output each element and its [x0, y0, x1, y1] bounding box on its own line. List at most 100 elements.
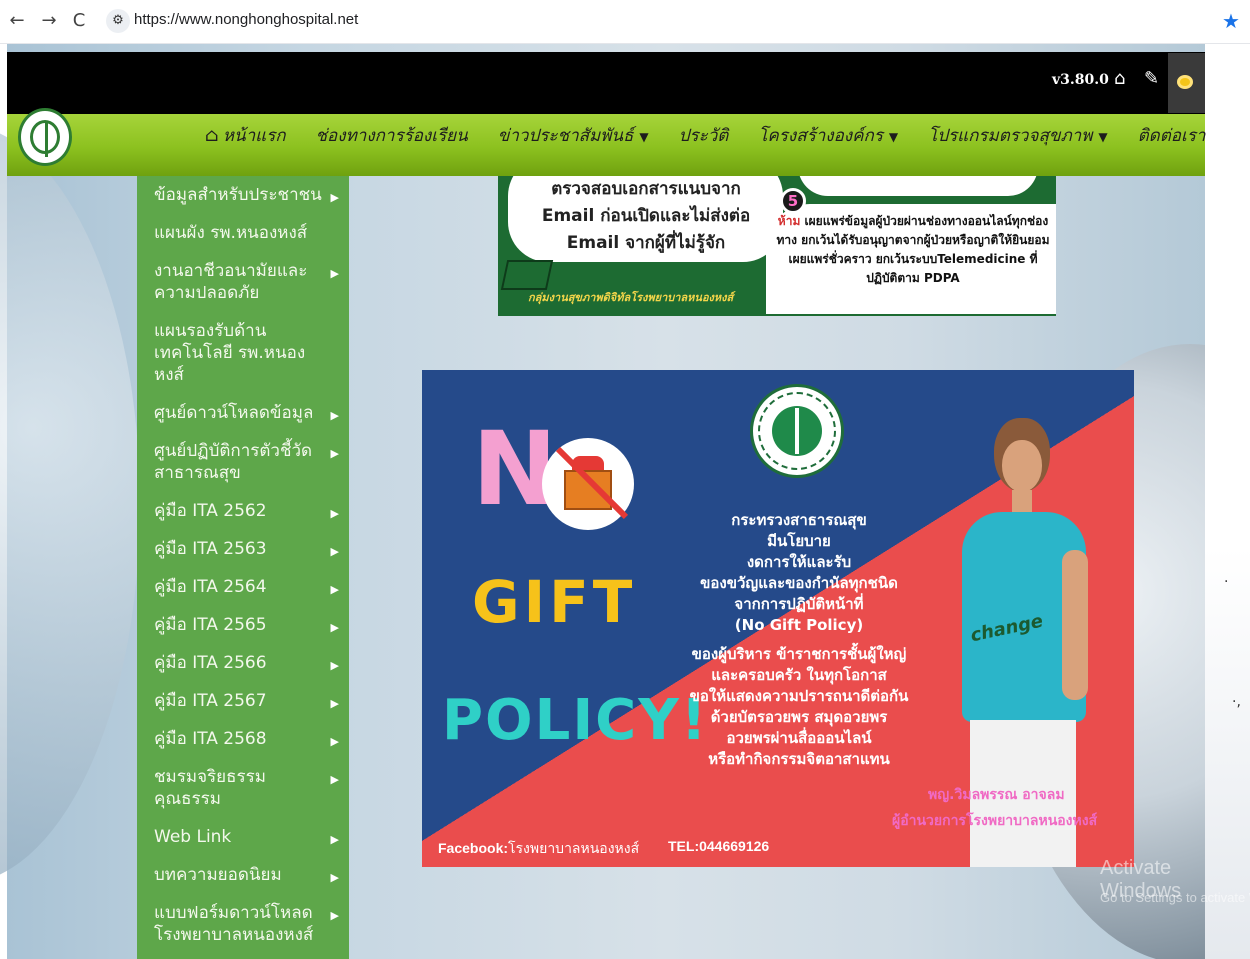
- sidebar-item[interactable]: คู่มือ ITA 2568 ▶: [137, 720, 349, 758]
- nav-item-label: ประวัติ: [678, 126, 729, 146]
- sidebar-item-label: Web Link: [154, 827, 232, 847]
- sidebar-item[interactable]: คู่มือ ITA 2567 ▶: [137, 682, 349, 720]
- nav-item-label: ติดต่อเรา: [1137, 126, 1206, 146]
- sidebar-item-label: ชมรมจริยธรรมคุณธรรม: [154, 767, 266, 809]
- eye-icon[interactable]: [1177, 75, 1193, 89]
- sidebar-item[interactable]: คู่มือ ITA 2564 ▶: [137, 568, 349, 606]
- sidebar-item-label: คู่มือ ITA 2562: [154, 501, 267, 521]
- sidebar-item[interactable]: ชมรมจริยธรรมคุณธรรม ▶: [137, 758, 349, 818]
- director-title: ผู้อำนวยการโรงพยาบาลหนองหงส์: [892, 813, 1098, 829]
- decoration-dots: ·: [1224, 574, 1229, 590]
- sidebar-item-label: แผนผัง รพ.หนองหงส์: [154, 223, 308, 243]
- sidebar-item[interactable]: งานอาชีวอนามัยและความปลอดภัย ▶: [137, 252, 349, 312]
- chevron-right-icon: ▶: [330, 909, 339, 922]
- sidebar-item[interactable]: คู่มือ ITA 2566 ▶: [137, 644, 349, 682]
- sidebar-item[interactable]: คู่มือ ITA 2563 ▶: [137, 530, 349, 568]
- banner-right-text: ห้าม เผยแพร่ข้อมูลผู้ป่วยผ่านช่องทางออนไ…: [774, 212, 1052, 288]
- home-icon[interactable]: ⌂: [1114, 68, 1125, 89]
- browser-toolbar: ← → C ⚙ https://www.nonghonghospital.net…: [0, 0, 1250, 44]
- poster-line: จากการปฏิบัติหน้าที่: [734, 595, 864, 613]
- page-right-margin: [1205, 44, 1250, 959]
- nav-item-health-checkup[interactable]: โปรแกรมตรวจสุขภาพ ▼: [928, 124, 1108, 154]
- hospital-logo[interactable]: [18, 108, 72, 166]
- caduceus-icon: [795, 408, 799, 454]
- sidebar-item-label: คู่มือ ITA 2563: [154, 539, 267, 559]
- forward-icon[interactable]: →: [36, 8, 62, 34]
- banner-line: Email ก่อนเปิดและไม่ส่งต่อ: [541, 206, 751, 226]
- nav-item-home[interactable]: ⌂ หน้าแรก: [205, 124, 286, 154]
- page-viewport: · ·, v3.80.0 ⌂ ✎ ⌂ หน้าแรก ช่องทางการร้อง…: [0, 44, 1250, 959]
- nav-item-history[interactable]: ประวัติ: [679, 124, 729, 154]
- sidebar-item[interactable]: บทความยอดนิยม ▶: [137, 856, 349, 894]
- sidebar-item[interactable]: แบบฟอร์มดาวน์โหลดโรงพยาบาลหนองหงส์ ▶: [137, 894, 349, 954]
- poster-policy-text: กระทรวงสาธารณสุข มีนโยบาย งดการให้และรับ…: [674, 510, 924, 770]
- poster-policy-word: POLICY!: [442, 688, 709, 753]
- sidebar-item[interactable]: แผนผัง รพ.หนองหงส์: [137, 214, 349, 252]
- nav-item-label: ช่องทางการร้องเรียน: [315, 126, 468, 146]
- back-icon[interactable]: ←: [4, 8, 30, 34]
- nav-item-complaints[interactable]: ช่องทางการร้องเรียน: [316, 124, 468, 154]
- banner-right-body: เผยแพร่ข้อมูลผู้ป่วยผ่านช่องทางออนไลน์ทุ…: [776, 214, 1050, 285]
- nav-item-news[interactable]: ข่าวประชาสัมพันธ์ ▼: [498, 124, 649, 154]
- laptop-icon: [500, 260, 554, 290]
- chevron-right-icon: ▶: [330, 773, 339, 786]
- poster-line: ด้วยบัตรอวยพร สมุดอวยพร: [710, 708, 888, 726]
- chevron-right-icon: ▶: [330, 507, 339, 520]
- nav-item-structure[interactable]: โครงสร้างองค์กร ▼: [758, 124, 898, 154]
- sidebar-item[interactable]: ข้อมูลสำหรับประชาชน ▶: [137, 176, 349, 214]
- banner-caption: กลุ่มงานสุขภาพดิจิทัลโรงพยาบาลหนองหงส์: [528, 291, 734, 304]
- caduceus-icon: [45, 121, 48, 157]
- chevron-down-icon: ▼: [888, 130, 899, 144]
- poster-line: หรือทำกิจกรรมจิตอาสาแทน: [708, 750, 890, 768]
- digital-health-banner[interactable]: ตรวจสอบเอกสารแนบจาก Email ก่อนเปิดและไม่…: [498, 176, 1056, 316]
- telephone-number: TEL:044669126: [668, 838, 770, 854]
- banner-pill-top-right: [798, 176, 1038, 196]
- pencil-icon[interactable]: ✎: [1144, 68, 1159, 89]
- sidebar-item-label: ข้อมูลสำหรับประชาชน: [154, 185, 322, 205]
- sidebar-item[interactable]: ศูนย์ดาวน์โหลดข้อมูล ▶: [137, 394, 349, 432]
- director-photo-arm: [1062, 550, 1088, 700]
- sidebar-item[interactable]: คู่มือ ITA 2565 ▶: [137, 606, 349, 644]
- chevron-right-icon: ▶: [330, 191, 339, 204]
- sidebar-item-label: บทความยอดนิยม: [154, 865, 282, 885]
- sidebar-item-label: แบบฟอร์มดาวน์โหลดโรงพยาบาลหนองหงส์: [154, 903, 314, 945]
- banner-left-text: ตรวจสอบเอกสารแนบจาก Email ก่อนเปิดและไม่…: [516, 176, 776, 257]
- sidebar-item[interactable]: Web Link ▶: [137, 818, 349, 856]
- site-info-icon[interactable]: ⚙: [106, 9, 130, 33]
- sidebar-item-label: ศูนย์ปฏิบัติการตัวชี้วัดสาธารณสุข: [154, 441, 313, 483]
- step-number-badge: 5: [780, 188, 806, 214]
- poster-line: และครอบครัว ในทุกโอกาส: [711, 666, 887, 684]
- sidebar-menu: ข้อมูลสำหรับประชาชน ▶ แผนผัง รพ.หนองหงส์ …: [137, 176, 349, 959]
- chevron-right-icon: ▶: [330, 621, 339, 634]
- chevron-right-icon: ▶: [330, 659, 339, 672]
- bookmark-star-icon[interactable]: ★: [1222, 9, 1240, 33]
- poster-line: ของผู้บริหาร ข้าราชการชั้นผู้ใหญ่: [691, 645, 907, 663]
- activate-windows-subtitle: Go to Settings to activate Windows.: [1100, 890, 1250, 905]
- no-gift-policy-poster[interactable]: N GIFT POLICY! กระทรวงสาธารณสุข มีนโยบาย…: [422, 370, 1134, 867]
- poster-line: ของขวัญและของกำนัลทุกชนิด: [700, 574, 898, 592]
- nav-item-label: ข่าวประชาสัมพันธ์: [497, 126, 634, 146]
- address-bar[interactable]: https://www.nonghonghospital.net: [134, 11, 358, 28]
- poster-line: กระทรวงสาธารณสุข: [731, 511, 867, 529]
- chevron-right-icon: ▶: [330, 409, 339, 422]
- sidebar-item-label: แผนรองรับด้านเทคโนโลยี รพ.หนองหงส์: [154, 321, 306, 385]
- chevron-down-icon: ▼: [639, 130, 649, 144]
- sidebar-item-label: คู่มือ ITA 2567: [154, 691, 267, 711]
- banner-line: ตรวจสอบเอกสารแนบจาก: [551, 179, 741, 199]
- poster-line: (No Gift Policy): [734, 616, 864, 634]
- nav-item-contact[interactable]: ติดต่อเรา: [1138, 124, 1206, 154]
- version-label: v3.80.0: [1052, 72, 1109, 88]
- chevron-right-icon: ▶: [330, 833, 339, 846]
- chevron-right-icon: ▶: [330, 583, 339, 596]
- reload-icon[interactable]: C: [66, 8, 92, 34]
- home-icon: ⌂: [205, 125, 219, 146]
- chevron-right-icon: ▶: [330, 545, 339, 558]
- sidebar-item[interactable]: แผนรองรับด้านเทคโนโลยี รพ.หนองหงส์: [137, 312, 349, 394]
- sidebar-item[interactable]: ศูนย์ปฏิบัติการตัวชี้วัดสาธารณสุข ▶: [137, 432, 349, 492]
- sidebar-item[interactable]: คู่มือ ITA 2562 ▶: [137, 492, 349, 530]
- poster-line: มีนโยบาย: [767, 532, 831, 550]
- decoration-dots: ·,: [1232, 694, 1241, 710]
- poster-gift-word: GIFT: [472, 568, 637, 636]
- facebook-label: Facebook:โรงพยาบาลหนองหงส์: [438, 838, 639, 860]
- top-admin-bar: [7, 52, 1205, 114]
